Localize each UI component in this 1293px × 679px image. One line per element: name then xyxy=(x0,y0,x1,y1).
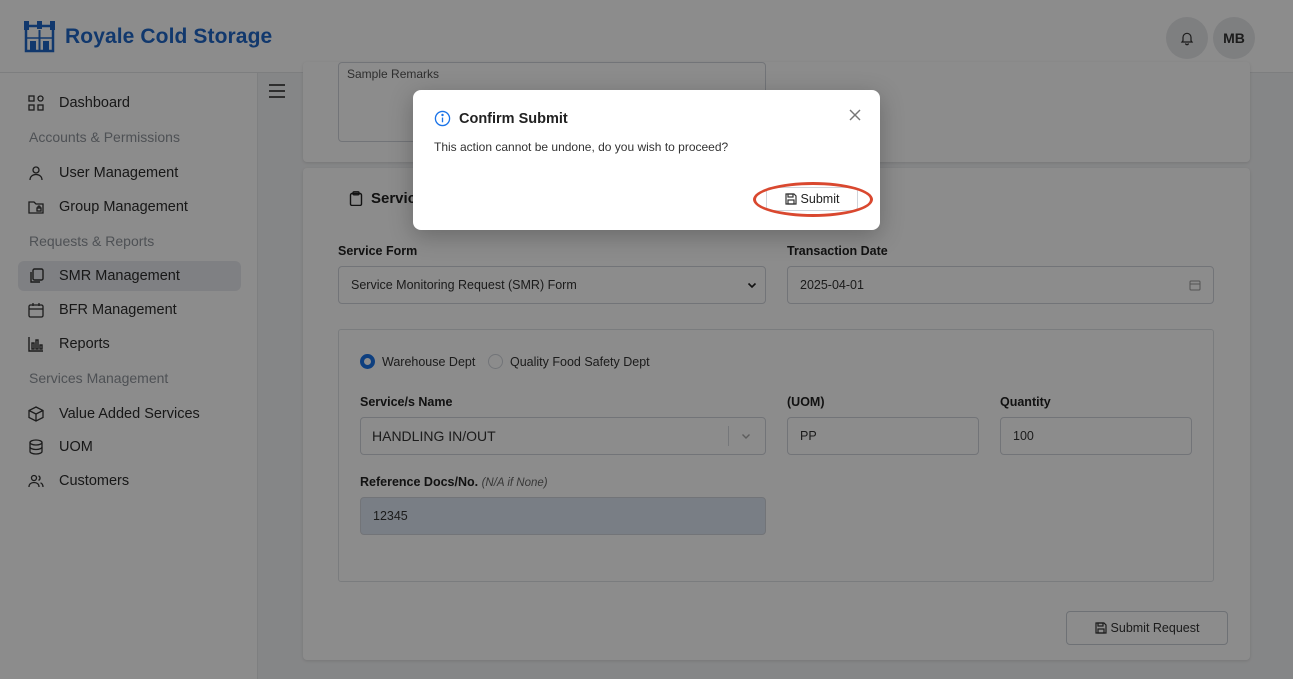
info-icon xyxy=(434,110,451,127)
dialog-message: This action cannot be undone, do you wis… xyxy=(434,140,729,154)
dialog-title: Confirm Submit xyxy=(434,110,568,127)
close-icon[interactable] xyxy=(848,108,862,122)
highlight-annotation xyxy=(753,182,873,217)
dialog-title-text: Confirm Submit xyxy=(459,110,568,127)
